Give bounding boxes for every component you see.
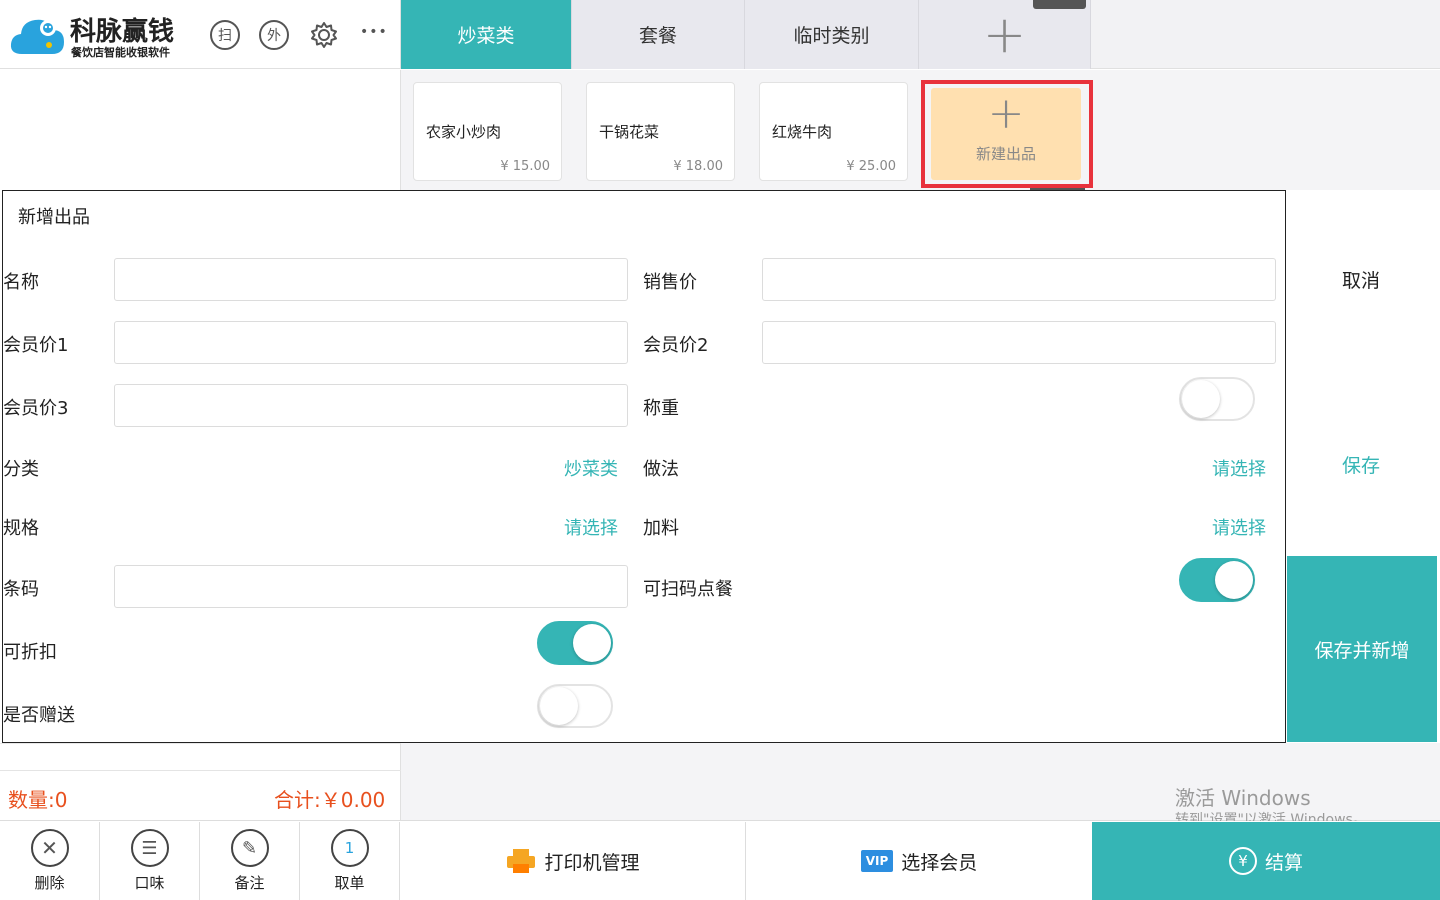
plus-icon: + (982, 4, 1027, 65)
takeout-icon[interactable]: 外 (259, 20, 289, 50)
product-card[interactable]: 农家小炒肉 ¥ 15.00 (413, 82, 562, 181)
yen-icon: ¥ (1228, 847, 1257, 875)
member-price3-label: 会员价3 (3, 398, 69, 419)
name-label: 名称 (3, 272, 39, 293)
windows-watermark: 激活 Windows (1175, 786, 1311, 810)
price-input[interactable] (762, 258, 1276, 301)
plus-icon: + (987, 88, 1025, 139)
weigh-label: 称重 (643, 398, 679, 419)
checkout-button[interactable]: ¥ 结算 (1092, 822, 1440, 900)
discount-toggle[interactable] (537, 621, 613, 665)
divider (0, 770, 401, 771)
scan-order-toggle[interactable] (1179, 558, 1255, 602)
gear-icon[interactable] (308, 19, 340, 51)
delete-icon: ✕ (30, 829, 69, 867)
select-member-label: 选择会员 (901, 851, 978, 874)
toggle-knob (573, 624, 611, 662)
flavor-label: 口味 (134, 874, 165, 892)
price-label: 销售价 (643, 272, 697, 293)
printer-button[interactable]: 打印机管理 (401, 822, 746, 900)
total-text: 合计:￥0.00 (274, 788, 386, 812)
tab-stir-fry[interactable]: 炒菜类 (401, 0, 572, 69)
delete-label: 删除 (34, 874, 65, 892)
pencil-icon: ✎ (230, 829, 269, 867)
product-card[interactable]: 红烧牛肉 ¥ 25.00 (759, 82, 908, 181)
new-product-card[interactable]: + 新建出品 (931, 88, 1081, 180)
product-name: 红烧牛肉 (772, 123, 833, 141)
windows-watermark-sub: 转到"设置"以激活 Windows。 (1175, 812, 1367, 821)
save-button[interactable]: 保存 (1286, 451, 1436, 478)
cancel-button[interactable]: 取消 (1286, 266, 1436, 293)
method-select[interactable]: 请选择 (1212, 455, 1266, 481)
flavor-button[interactable]: ☰ 口味 (100, 822, 200, 900)
dialog-title: 新增出品 (18, 207, 90, 228)
spec-select[interactable]: 请选择 (564, 514, 618, 540)
printer-label: 打印机管理 (544, 851, 640, 874)
spec-label: 规格 (3, 518, 39, 539)
add-category-button[interactable]: + (919, 0, 1091, 69)
tab-set-meal[interactable]: 套餐 (572, 0, 745, 69)
drag-handle (1033, 0, 1086, 9)
member-price1-input[interactable] (114, 321, 628, 364)
printer-icon (506, 848, 536, 874)
toggle-knob (1215, 561, 1253, 599)
member-price2-label: 会员价2 (643, 335, 709, 356)
more-icon[interactable]: ••• (360, 24, 388, 40)
product-price: ¥ 25.00 (846, 159, 896, 174)
member-price2-input[interactable] (762, 321, 1276, 364)
brand-subtitle: 餐饮店智能收银软件 (71, 46, 170, 59)
name-input[interactable] (114, 258, 628, 301)
member-price3-input[interactable] (114, 384, 628, 427)
note-button[interactable]: ✎ 备注 (200, 822, 300, 900)
flavor-icon: ☰ (130, 829, 169, 867)
quantity-text: 数量:0 (8, 788, 68, 812)
member-price1-label: 会员价1 (3, 335, 69, 356)
header-left: 科脉赢钱 餐饮店智能收银软件 扫 外 ••• (0, 0, 401, 69)
category-label: 分类 (3, 459, 39, 480)
product-price: ¥ 15.00 (500, 159, 550, 174)
extra-label: 加料 (643, 518, 679, 539)
summary-bar: 数量:0 合计:￥0.00 (0, 743, 401, 822)
product-price: ¥ 18.00 (673, 159, 723, 174)
fetch-order-icon: 1 (330, 829, 369, 867)
brand-name: 科脉赢钱 (70, 17, 175, 47)
gift-toggle[interactable] (537, 684, 613, 728)
product-card[interactable]: 干锅花菜 ¥ 18.00 (586, 82, 735, 181)
extra-select[interactable]: 请选择 (1212, 514, 1266, 540)
toggle-knob (540, 687, 578, 725)
vip-icon: VIP (860, 850, 894, 872)
product-name: 农家小炒肉 (426, 123, 502, 141)
checkout-label: 结算 (1264, 851, 1303, 874)
barcode-input[interactable] (114, 565, 628, 608)
category-select[interactable]: 炒菜类 (564, 455, 618, 481)
category-tabs: 炒菜类 套餐 临时类别 + (401, 0, 1440, 69)
fetch-order-button[interactable]: 1 取单 (300, 822, 400, 900)
tab-temporary[interactable]: 临时类别 (745, 0, 919, 69)
note-label: 备注 (234, 874, 265, 892)
gift-label: 是否赠送 (3, 705, 75, 726)
discount-label: 可折扣 (3, 642, 57, 663)
new-product-label: 新建出品 (975, 145, 1036, 163)
method-label: 做法 (643, 459, 679, 480)
scan-icon[interactable]: 扫 (210, 20, 240, 50)
select-member-button[interactable]: VIP 选择会员 (746, 822, 1092, 900)
delete-button[interactable]: ✕ 删除 (0, 822, 100, 900)
fetch-order-label: 取单 (334, 874, 365, 892)
barcode-label: 条码 (3, 579, 39, 600)
scan-order-label: 可扫码点餐 (643, 579, 733, 600)
product-name: 干锅花菜 (599, 123, 660, 141)
logo-icon (8, 12, 66, 56)
weigh-toggle[interactable] (1179, 377, 1255, 421)
toggle-knob (1182, 380, 1220, 418)
order-list-area (0, 70, 401, 190)
save-and-new-button[interactable]: 保存并新增 (1287, 556, 1437, 742)
